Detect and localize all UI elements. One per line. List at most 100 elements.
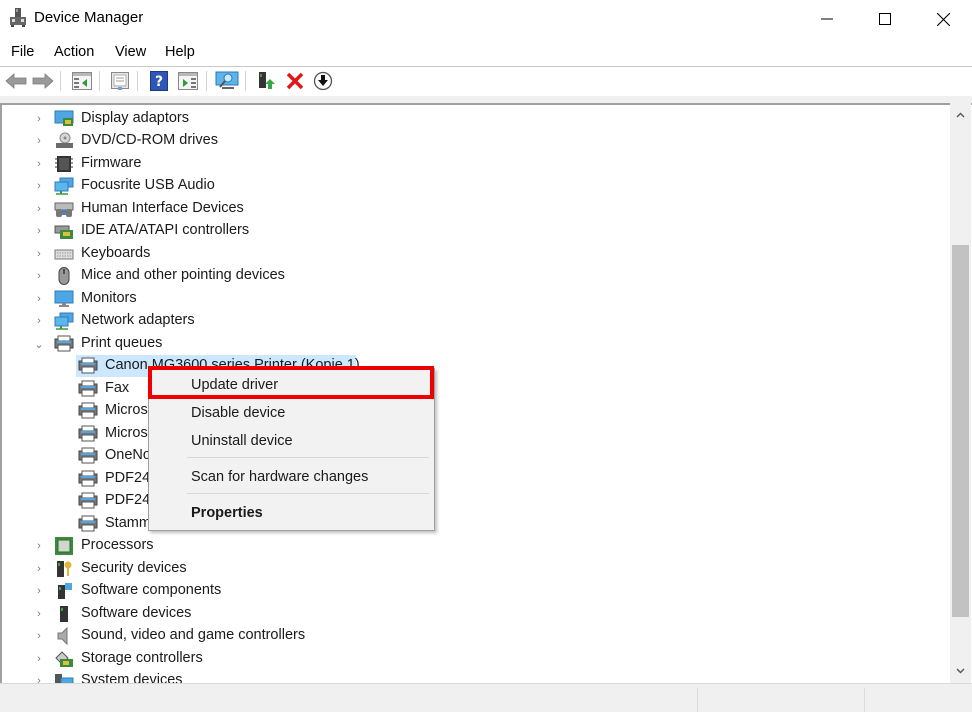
console-tree-icon bbox=[72, 72, 92, 90]
chevron-right-icon[interactable]: › bbox=[34, 535, 44, 557]
dvd-drive-icon bbox=[56, 132, 73, 148]
window-title: Device Manager bbox=[34, 9, 144, 26]
menu-item-uninstall-device[interactable]: Uninstall device bbox=[149, 428, 434, 454]
chevron-right-icon[interactable]: › bbox=[34, 220, 44, 242]
properties-button[interactable] bbox=[108, 70, 132, 92]
action-pane-icon bbox=[178, 72, 198, 90]
arrow-right-icon bbox=[32, 73, 54, 89]
show-hide-console-tree-button[interactable] bbox=[70, 70, 94, 92]
toolbar-separator bbox=[60, 71, 61, 91]
title-bar: Device Manager bbox=[0, 0, 972, 38]
chevron-up-icon bbox=[956, 112, 965, 117]
status-bar bbox=[0, 683, 972, 712]
svg-text:?: ? bbox=[155, 74, 163, 90]
maximize-button[interactable] bbox=[856, 0, 914, 38]
printer-icon bbox=[78, 357, 98, 374]
menu-help[interactable]: Help bbox=[165, 44, 195, 60]
chevron-right-icon[interactable]: › bbox=[34, 175, 44, 197]
monitor-icon bbox=[54, 290, 74, 307]
down-arrow-circle-icon bbox=[313, 71, 333, 91]
processor-icon bbox=[55, 537, 73, 555]
close-icon bbox=[936, 12, 950, 26]
help-icon: ? bbox=[150, 71, 168, 91]
disable-device-button[interactable] bbox=[311, 70, 335, 92]
chevron-down-icon bbox=[956, 668, 965, 673]
toolbar-separator bbox=[99, 71, 100, 91]
chevron-right-icon[interactable]: › bbox=[34, 670, 44, 683]
network-adapter-icon bbox=[54, 312, 74, 330]
display-adapter-icon bbox=[54, 110, 74, 126]
minimize-icon bbox=[821, 18, 833, 20]
scroll-thumb[interactable] bbox=[952, 245, 969, 617]
toolbar-separator bbox=[245, 71, 246, 91]
uninstall-device-button[interactable] bbox=[283, 70, 307, 92]
chevron-right-icon[interactable]: › bbox=[34, 648, 44, 670]
ide-controller-icon bbox=[54, 225, 73, 239]
printer-icon bbox=[78, 447, 98, 464]
menu-action[interactable]: Action bbox=[54, 44, 94, 60]
keyboard-icon bbox=[54, 249, 74, 260]
update-driver-icon bbox=[259, 72, 275, 89]
chevron-right-icon[interactable]: › bbox=[34, 580, 44, 602]
maximize-icon bbox=[879, 13, 891, 25]
mouse-icon bbox=[58, 267, 70, 285]
arrow-left-icon bbox=[5, 73, 27, 89]
chevron-right-icon[interactable]: › bbox=[34, 108, 44, 130]
update-driver-button[interactable] bbox=[255, 70, 279, 92]
system-devices-icon bbox=[55, 674, 74, 683]
menu-bar: File Action View Help bbox=[0, 40, 972, 66]
red-x-icon bbox=[286, 72, 304, 90]
scan-hardware-button[interactable] bbox=[215, 70, 239, 92]
firmware-chip-icon bbox=[55, 156, 73, 172]
printer-icon bbox=[78, 515, 98, 532]
menu-file[interactable]: File bbox=[11, 44, 34, 60]
toolbar-bottom-strip bbox=[0, 96, 972, 103]
security-key-icon bbox=[57, 561, 72, 577]
menu-view[interactable]: View bbox=[115, 44, 146, 60]
close-button[interactable] bbox=[914, 0, 972, 38]
annotation-highlight-box bbox=[148, 366, 434, 399]
show-hide-action-pane-button[interactable] bbox=[176, 70, 200, 92]
printer-icon bbox=[78, 402, 98, 419]
menu-item-properties[interactable]: Properties bbox=[149, 500, 434, 526]
chevron-right-icon[interactable]: › bbox=[34, 558, 44, 580]
storage-controller-icon bbox=[55, 651, 73, 667]
chevron-right-icon[interactable]: › bbox=[34, 243, 44, 265]
scroll-down-button[interactable] bbox=[950, 662, 971, 679]
vertical-scrollbar[interactable] bbox=[950, 103, 971, 683]
chevron-right-icon[interactable]: › bbox=[34, 310, 44, 332]
scan-monitor-icon bbox=[215, 71, 239, 89]
chevron-right-icon[interactable]: › bbox=[34, 130, 44, 152]
properties-sheet-icon bbox=[111, 72, 129, 90]
toolbar-separator bbox=[206, 71, 207, 91]
menu-separator bbox=[187, 493, 429, 494]
minimize-button[interactable] bbox=[798, 0, 856, 38]
printer-icon bbox=[78, 425, 98, 442]
toolbar: ? bbox=[0, 67, 972, 96]
scroll-up-button[interactable] bbox=[950, 106, 971, 123]
device-manager-icon bbox=[10, 8, 26, 27]
printer-icon bbox=[78, 380, 98, 397]
menu-item-scan-hardware[interactable]: Scan for hardware changes bbox=[149, 464, 434, 490]
back-button[interactable] bbox=[4, 70, 28, 92]
menu-item-disable-device[interactable]: Disable device bbox=[149, 400, 434, 426]
hid-icon bbox=[54, 202, 74, 217]
chevron-right-icon[interactable]: › bbox=[34, 265, 44, 287]
status-divider bbox=[697, 688, 698, 712]
chevron-right-icon[interactable]: › bbox=[34, 153, 44, 175]
software-device-icon bbox=[60, 606, 68, 622]
speaker-icon bbox=[57, 627, 68, 645]
chevron-right-icon[interactable]: › bbox=[34, 198, 44, 220]
chevron-right-icon[interactable]: › bbox=[34, 603, 44, 625]
chevron-right-icon[interactable]: › bbox=[34, 288, 44, 310]
menu-separator bbox=[187, 457, 429, 458]
software-component-icon bbox=[58, 583, 72, 599]
forward-button[interactable] bbox=[31, 70, 55, 92]
toolbar-separator bbox=[137, 71, 138, 91]
help-button[interactable]: ? bbox=[147, 70, 171, 92]
network-monitor-icon bbox=[54, 177, 74, 195]
chevron-right-icon[interactable]: › bbox=[34, 625, 44, 647]
chevron-down-icon[interactable]: ⌄ bbox=[34, 333, 44, 355]
printer-icon bbox=[78, 470, 98, 487]
printer-icon bbox=[78, 492, 98, 509]
